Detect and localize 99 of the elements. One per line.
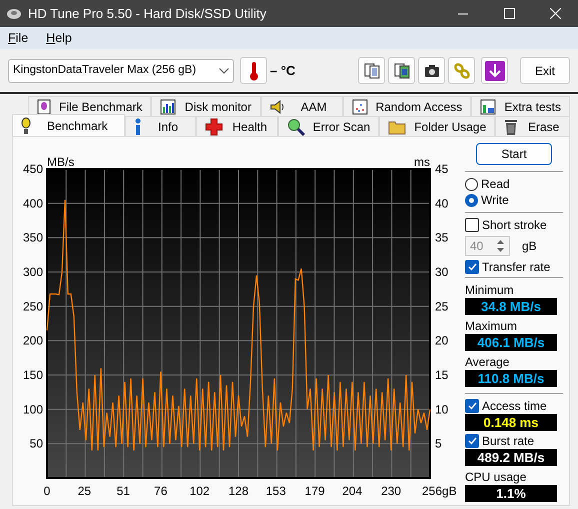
tick-label: 15 [435, 368, 448, 382]
thermometer-icon [248, 60, 258, 80]
checkbox[interactable] [465, 434, 479, 448]
tick-label: 200 [22, 334, 43, 348]
tick-label: 450 [22, 162, 43, 176]
tab[interactable]: Erase [495, 116, 570, 136]
tick-label: 20 [435, 334, 448, 348]
readout-value: 110.8 MB/s [478, 371, 544, 386]
tick-label: 250 [22, 299, 43, 314]
tab[interactable]: Error Scan [278, 116, 380, 136]
download-button[interactable] [481, 57, 508, 84]
tick-label: 179 [304, 484, 325, 498]
documents-icon [364, 62, 380, 78]
tick-label: 5 [435, 436, 442, 451]
tab[interactable]: Disk monitor [151, 96, 261, 116]
radio-button[interactable] [465, 178, 478, 190]
tick-label: 150 [22, 368, 43, 382]
checkbox-label: Burst rate [482, 433, 534, 449]
exit-button[interactable]: Exit [520, 57, 570, 84]
tick-label: 128 [228, 484, 249, 498]
start-button[interactable]: Start [476, 143, 552, 165]
checkbox[interactable] [465, 260, 479, 274]
stat-label: CPU usage [465, 469, 528, 485]
camera-icon [424, 64, 440, 78]
tick-label: 35 [435, 230, 448, 245]
camera-button[interactable] [418, 57, 445, 84]
tab[interactable]: Random Access [342, 96, 472, 116]
tab[interactable]: File Benchmark [28, 96, 152, 116]
tick-label: 153 [266, 484, 286, 498]
readout-value: 34.8 MB/s [481, 299, 541, 314]
tab[interactable]: Benchmark [12, 114, 125, 136]
tick-label: 0 [44, 484, 50, 498]
axis-label: MB/s [47, 155, 74, 169]
info-icon [134, 118, 142, 136]
tick-label: 30 [435, 265, 448, 279]
stat-label: Minimum [465, 282, 515, 298]
menu-item[interactable]: File [0, 28, 28, 48]
tab[interactable]: Info [124, 116, 196, 136]
cross-icon [204, 118, 223, 136]
tick-label: 100 [22, 402, 43, 416]
tick-label: 102 [190, 484, 210, 498]
axis-label: ms [414, 155, 430, 169]
checkbox-label: Short stroke [482, 217, 547, 233]
readout-value: 489.2 MB/s [477, 450, 545, 465]
chain-icon [454, 62, 470, 78]
radio-button[interactable] [465, 194, 478, 206]
close-icon[interactable] [550, 8, 560, 19]
tab[interactable]: Folder Usage [379, 116, 496, 136]
window-title: HD Tune Pro 5.50 - Hard Disk/SSD Utility [28, 4, 266, 23]
tick-label: 51 [116, 484, 130, 498]
check-icon [468, 263, 476, 271]
unit-label: gB [522, 238, 537, 254]
thermometer-button[interactable] [240, 57, 267, 84]
tick-label: 230 [381, 484, 402, 498]
file-icon [37, 98, 51, 114]
caret-icon [219, 68, 229, 74]
copy-button[interactable] [358, 57, 385, 84]
trash-icon [504, 118, 518, 136]
speaker-icon [270, 100, 286, 114]
tick-label: 45 [435, 162, 448, 176]
readout-value: 1.1% [496, 486, 526, 501]
temperature-reading: – °C [270, 62, 296, 80]
lightbulb-icon [21, 116, 31, 134]
checkbox[interactable] [465, 399, 479, 413]
menu-item[interactable]: Help [38, 28, 72, 48]
readout-value: 406.1 MB/s [477, 335, 545, 350]
radio-option[interactable]: Read [465, 176, 563, 192]
checkbox-label: Access time [482, 398, 547, 414]
maximize-icon[interactable] [504, 8, 514, 19]
tab[interactable]: Extra tests [471, 96, 570, 116]
stat-label: Maximum [465, 318, 518, 334]
stat-label: Average [465, 354, 510, 370]
tick-label: 76 [154, 484, 168, 498]
radio-option[interactable]: Write [465, 192, 563, 208]
table-icon [480, 98, 496, 114]
tab[interactable]: AAM [260, 96, 343, 116]
copy-all-button[interactable] [388, 57, 415, 84]
app-icon [6, 6, 22, 20]
tick-label: 300 [22, 265, 43, 279]
tick-label: 350 [22, 230, 43, 245]
tick-label: 256gB [422, 484, 457, 498]
tick-label: 204 [342, 484, 362, 498]
bar-chart-icon [160, 98, 176, 114]
tick-label: 40 [435, 196, 448, 210]
tab[interactable]: Health [196, 116, 278, 136]
checkbox-label: Transfer rate [482, 259, 550, 275]
readout-value: 0.148 ms [484, 415, 538, 430]
tick-label: 25 [435, 299, 448, 314]
search-icon [286, 118, 305, 136]
tick-label: 400 [22, 196, 43, 210]
check-icon [468, 402, 476, 410]
tick-label: 10 [435, 402, 448, 416]
download-icon [484, 60, 504, 80]
check-icon [468, 437, 476, 445]
scatter-icon [352, 98, 368, 114]
drive-dropdown[interactable]: KingstonDataTraveler Max (256 gB) [8, 58, 234, 82]
documents-icon [394, 62, 410, 78]
tick-label: 25 [78, 484, 92, 498]
tick-label: 50 [30, 436, 43, 451]
